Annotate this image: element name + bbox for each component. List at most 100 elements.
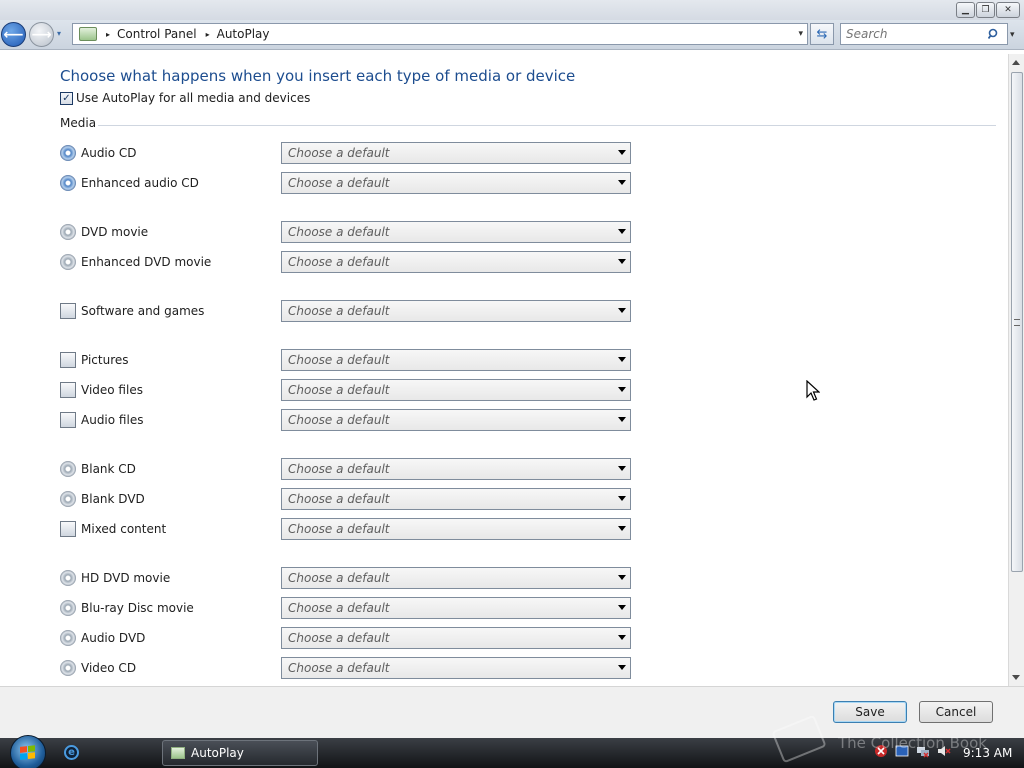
- media-label: HD DVD movie: [81, 571, 171, 585]
- back-button[interactable]: ⟵: [1, 22, 26, 47]
- select-value: Choose a default: [288, 462, 390, 476]
- dropdown-arrow-icon: [618, 229, 626, 234]
- hd-dvd-movie-icon: [60, 570, 76, 586]
- save-button[interactable]: Save: [833, 701, 907, 723]
- blu-ray-disc-movie-default-select[interactable]: Choose a default: [281, 597, 631, 619]
- back-arrow-icon: ⟵: [3, 26, 24, 43]
- dvd-movie-icon: [60, 224, 76, 240]
- select-value: Choose a default: [288, 571, 390, 585]
- address-dropdown-icon[interactable]: ▾: [798, 29, 803, 39]
- scrollbar-thumb[interactable]: [1011, 72, 1023, 572]
- scroll-down-arrow-icon[interactable]: [1012, 675, 1020, 680]
- hd-dvd-movie-default-select[interactable]: Choose a default: [281, 567, 631, 589]
- video-cd-default-select[interactable]: Choose a default: [281, 657, 631, 679]
- refresh-button[interactable]: ⇆: [810, 23, 834, 45]
- dropdown-arrow-icon: [618, 308, 626, 313]
- select-value: Choose a default: [288, 255, 390, 269]
- navigation-bar: ⟵ ⟶ ▾ ▸ Control Panel ▸ AutoPlay ▾ ⇆ ▾: [0, 20, 1024, 50]
- select-value: Choose a default: [288, 304, 390, 318]
- audio-cd-icon: [60, 145, 76, 161]
- software-games-default-select[interactable]: Choose a default: [281, 300, 631, 322]
- windows-logo-icon: [20, 745, 36, 761]
- media-label: Video CD: [81, 661, 137, 675]
- dropdown-arrow-icon: [618, 180, 626, 185]
- media-label: Video files: [81, 383, 143, 397]
- forward-button[interactable]: ⟶: [29, 22, 54, 47]
- search-box[interactable]: [840, 23, 1008, 45]
- enhanced-dvd-movie-default-select[interactable]: Choose a default: [281, 251, 631, 273]
- software-games-icon: [60, 303, 76, 319]
- enhanced-audio-cd-default-select[interactable]: Choose a default: [281, 172, 631, 194]
- audio-files-default-select[interactable]: Choose a default: [281, 409, 631, 431]
- media-label: DVD movie: [81, 225, 149, 239]
- use-autoplay-label[interactable]: Use AutoPlay for all media and devices: [76, 91, 310, 105]
- breadcrumb-separator-icon[interactable]: ▸: [106, 30, 110, 39]
- cancel-button[interactable]: Cancel: [919, 701, 993, 723]
- search-input[interactable]: [846, 27, 981, 41]
- recent-pages-dropdown[interactable]: ▾: [57, 29, 61, 38]
- media-row-audio-dvd: Audio DVD Choose a default: [60, 627, 640, 649]
- dropdown-arrow-icon: [618, 526, 626, 531]
- pictures-default-select[interactable]: Choose a default: [281, 349, 631, 371]
- forward-arrow-icon: ⟶: [31, 26, 52, 43]
- control-panel-icon: [79, 27, 97, 41]
- dropdown-arrow-icon: [618, 150, 626, 155]
- select-value: Choose a default: [288, 176, 390, 190]
- blank-dvd-default-select[interactable]: Choose a default: [281, 488, 631, 510]
- breadcrumb-autoplay[interactable]: AutoPlay: [217, 27, 270, 41]
- dropdown-arrow-icon: [618, 605, 626, 610]
- dropdown-arrow-icon: [618, 466, 626, 471]
- minimize-button[interactable]: ▁: [956, 2, 975, 18]
- media-row-software-games: Software and games Choose a default: [60, 300, 640, 322]
- media-label: Pictures: [81, 353, 129, 367]
- breadcrumb-control-panel[interactable]: Control Panel: [117, 27, 197, 41]
- dropdown-arrow-icon: [618, 417, 626, 422]
- video-files-icon: [60, 382, 76, 398]
- audio-cd-default-select[interactable]: Choose a default: [281, 142, 631, 164]
- audio-files-icon: [60, 412, 76, 428]
- mixed-content-icon: [60, 521, 76, 537]
- video-files-default-select[interactable]: Choose a default: [281, 379, 631, 401]
- maximize-button[interactable]: ❐: [976, 2, 995, 18]
- refresh-icon: ⇆: [816, 26, 828, 42]
- select-value: Choose a default: [288, 413, 390, 427]
- blu-ray-disc-icon: [60, 600, 76, 616]
- dvd-movie-default-select[interactable]: Choose a default: [281, 221, 631, 243]
- start-button[interactable]: [10, 735, 46, 768]
- dropdown-arrow-icon: [618, 635, 626, 640]
- search-options-dropdown-icon[interactable]: ▾: [1010, 30, 1015, 40]
- main-content: Choose what happens when you insert each…: [0, 54, 1009, 686]
- dropdown-arrow-icon: [618, 357, 626, 362]
- close-button[interactable]: ✕: [996, 2, 1020, 18]
- select-value: Choose a default: [288, 146, 390, 160]
- pictures-icon: [60, 352, 76, 368]
- mixed-content-default-select[interactable]: Choose a default: [281, 518, 631, 540]
- media-row-enhanced-dvd-movie: Enhanced DVD movie Choose a default: [60, 251, 640, 273]
- search-icon[interactable]: [988, 28, 1000, 40]
- media-label: Mixed content: [81, 522, 167, 536]
- media-label: Audio DVD: [81, 631, 146, 645]
- select-value: Choose a default: [288, 492, 390, 506]
- media-label: Enhanced audio CD: [81, 176, 199, 190]
- media-row-enhanced-audio-cd: Enhanced audio CD Choose a default: [60, 172, 640, 194]
- checkbox-box[interactable]: ✓: [60, 91, 73, 105]
- page-title: Choose what happens when you insert each…: [60, 67, 576, 85]
- audio-dvd-default-select[interactable]: Choose a default: [281, 627, 631, 649]
- use-autoplay-checkbox[interactable]: ✓ Use AutoPlay for all media and devices: [60, 91, 310, 105]
- internet-explorer-icon[interactable]: e: [64, 745, 79, 760]
- window-controls: ▁ ❐ ✕: [956, 2, 1020, 18]
- select-value: Choose a default: [288, 522, 390, 536]
- media-label: Software and games: [81, 304, 205, 318]
- media-row-video-cd: Video CD Choose a default: [60, 657, 640, 679]
- audio-dvd-icon: [60, 630, 76, 646]
- blank-cd-default-select[interactable]: Choose a default: [281, 458, 631, 480]
- blank-dvd-icon: [60, 491, 76, 507]
- media-row-blu-ray-disc-movie: Blu-ray Disc movie Choose a default: [60, 597, 640, 619]
- scroll-up-arrow-icon[interactable]: [1012, 60, 1020, 65]
- media-row-dvd-movie: DVD movie Choose a default: [60, 221, 640, 243]
- vertical-scrollbar[interactable]: [1008, 54, 1024, 686]
- breadcrumb-separator-icon[interactable]: ▸: [206, 30, 210, 39]
- media-row-hd-dvd-movie: HD DVD movie Choose a default: [60, 567, 640, 589]
- taskbar-item-autoplay[interactable]: AutoPlay: [162, 740, 318, 766]
- address-bar[interactable]: ▸ Control Panel ▸ AutoPlay ▾: [72, 23, 808, 45]
